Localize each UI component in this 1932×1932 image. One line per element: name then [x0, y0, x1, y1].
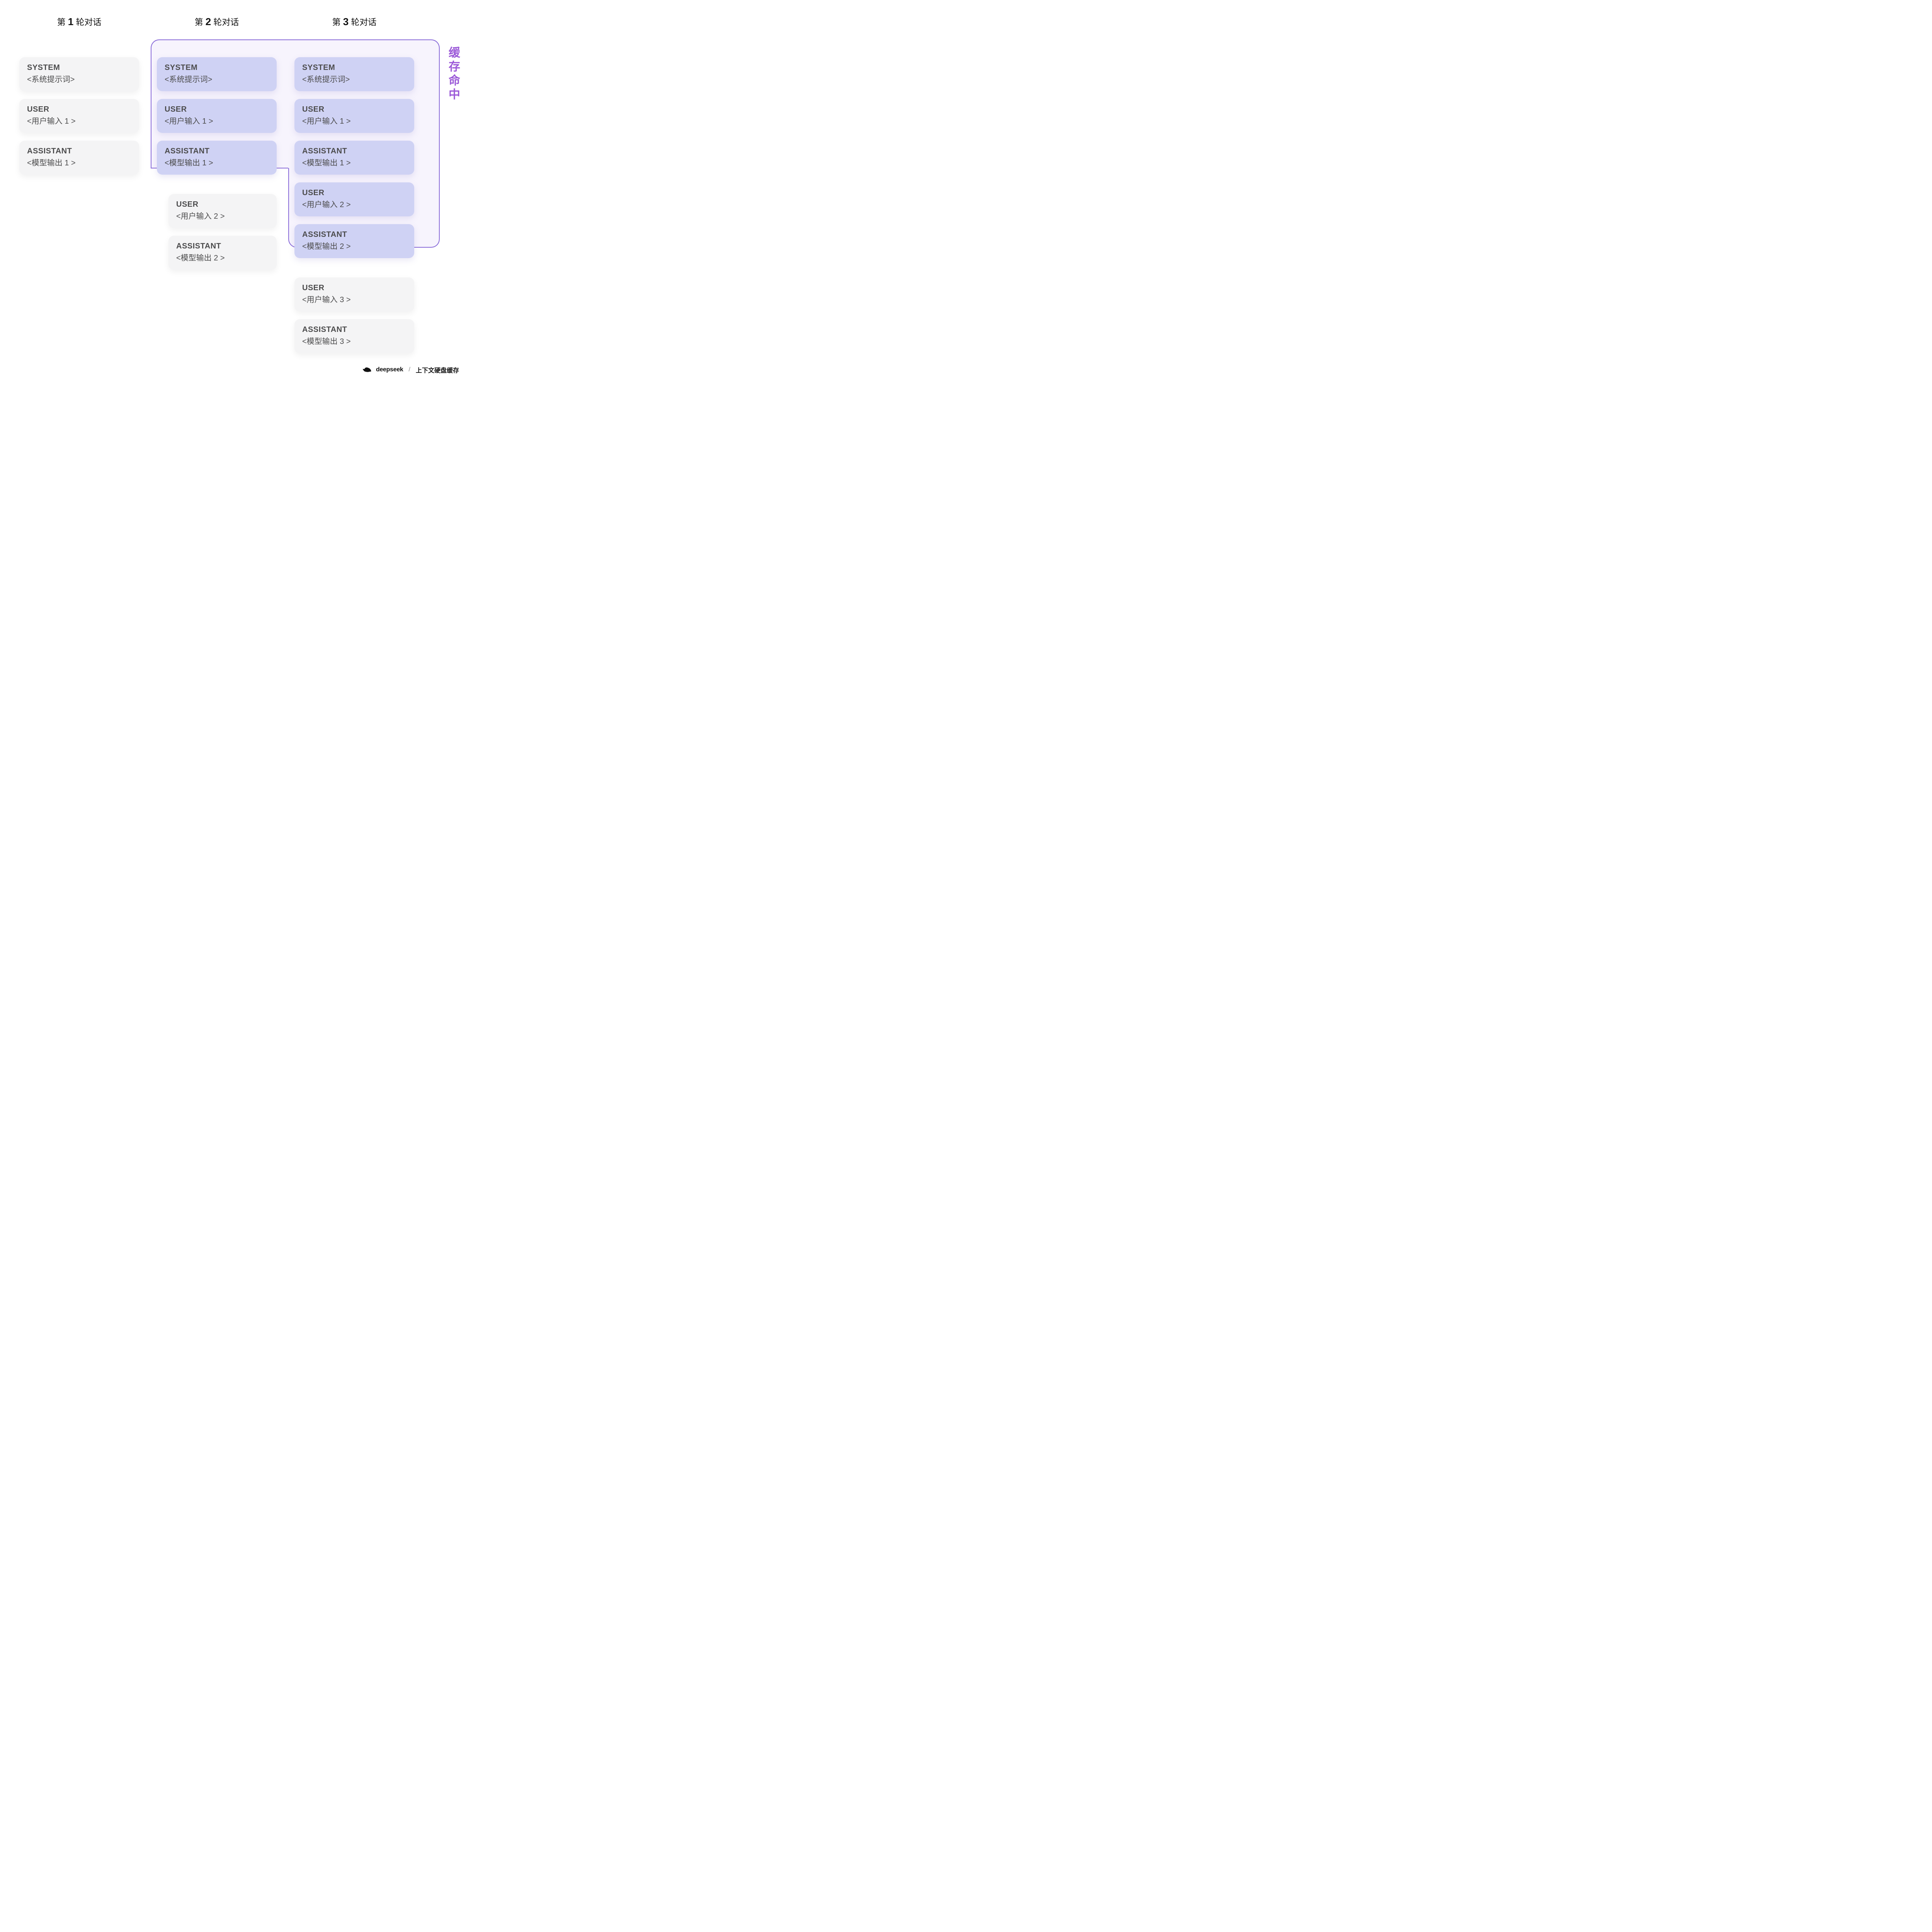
message-user-cached: USER <用户输入 1 > — [294, 99, 414, 133]
message-content: <模型输出 1 > — [27, 156, 131, 168]
message-role: ASSISTANT — [302, 147, 406, 156]
message-content: <用户输入 1 > — [27, 115, 131, 126]
message-role: ASSISTANT — [27, 147, 131, 156]
message-role: USER — [302, 284, 406, 293]
message-content: <用户输入 1 > — [302, 115, 406, 126]
message-assistant-cached: ASSISTANT <模型输出 1 > — [294, 141, 414, 175]
message-system: SYSTEM <系统提示词> — [19, 57, 139, 91]
column-header-round-1: 第 1 轮对话 — [19, 15, 139, 28]
message-role: SYSTEM — [27, 63, 131, 72]
message-content: <用户输入 2 > — [302, 198, 406, 209]
message-role: USER — [302, 189, 406, 197]
cache-hit-label: 缓存命中 — [446, 46, 461, 102]
message-content: <用户输入 1 > — [165, 115, 269, 126]
message-assistant-cached: ASSISTANT <模型输出 1 > — [157, 141, 277, 175]
message-role: ASSISTANT — [176, 242, 269, 251]
message-role: SYSTEM — [165, 63, 269, 72]
message-user: USER <用户输入 1 > — [19, 99, 139, 133]
message-assistant-cached: ASSISTANT <模型输出 2 > — [294, 224, 414, 258]
message-content: <模型输出 2 > — [302, 240, 406, 251]
round-2-column: SYSTEM <系统提示词> USER <用户输入 1 > ASSISTANT … — [157, 46, 277, 353]
message-user: USER <用户输入 3 > — [294, 277, 414, 311]
message-assistant: ASSISTANT <模型输出 1 > — [19, 141, 139, 175]
separator: / — [409, 366, 410, 373]
message-content: <模型输出 3 > — [302, 335, 406, 346]
message-content: <系统提示词> — [165, 73, 269, 84]
message-system-cached: SYSTEM <系统提示词> — [157, 57, 277, 91]
message-content: <模型输出 1 > — [302, 156, 406, 168]
message-system-cached: SYSTEM <系统提示词> — [294, 57, 414, 91]
diagram-grid: 缓存命中 第 1 轮对话 第 2 轮对话 第 3 轮对话 SYSTEM <系统提… — [19, 15, 459, 353]
message-role: ASSISTANT — [302, 230, 406, 239]
message-role: USER — [302, 105, 406, 114]
message-content: <系统提示词> — [302, 73, 406, 84]
message-content: <系统提示词> — [27, 73, 131, 84]
message-content: <模型输出 1 > — [165, 156, 269, 168]
message-role: USER — [27, 105, 131, 114]
message-role: ASSISTANT — [165, 147, 269, 156]
message-role: USER — [165, 105, 269, 114]
brand-name: deepseek — [376, 366, 403, 373]
message-role: USER — [176, 200, 269, 209]
message-content: <用户输入 2 > — [176, 210, 269, 221]
message-content: <用户输入 3 > — [302, 293, 406, 304]
message-assistant: ASSISTANT <模型输出 3 > — [294, 319, 414, 353]
round-3-column: SYSTEM <系统提示词> USER <用户输入 1 > ASSISTANT … — [294, 46, 414, 353]
message-user-cached: USER <用户输入 1 > — [157, 99, 277, 133]
message-role: ASSISTANT — [302, 325, 406, 334]
message-user: USER <用户输入 2 > — [168, 194, 277, 228]
message-user-cached: USER <用户输入 2 > — [294, 182, 414, 216]
message-content: <模型输出 2 > — [176, 252, 269, 263]
column-header-round-3: 第 3 轮对话 — [294, 15, 414, 28]
footer: deepseek / 上下文硬盘缓存 — [19, 365, 459, 375]
message-assistant: ASSISTANT <模型输出 2 > — [168, 236, 277, 270]
round-1-column: SYSTEM <系统提示词> USER <用户输入 1 > ASSISTANT … — [19, 46, 139, 353]
footer-caption: 上下文硬盘缓存 — [416, 365, 459, 374]
column-header-round-2: 第 2 轮对话 — [157, 15, 277, 28]
whale-icon — [362, 365, 372, 375]
message-role: SYSTEM — [302, 63, 406, 72]
